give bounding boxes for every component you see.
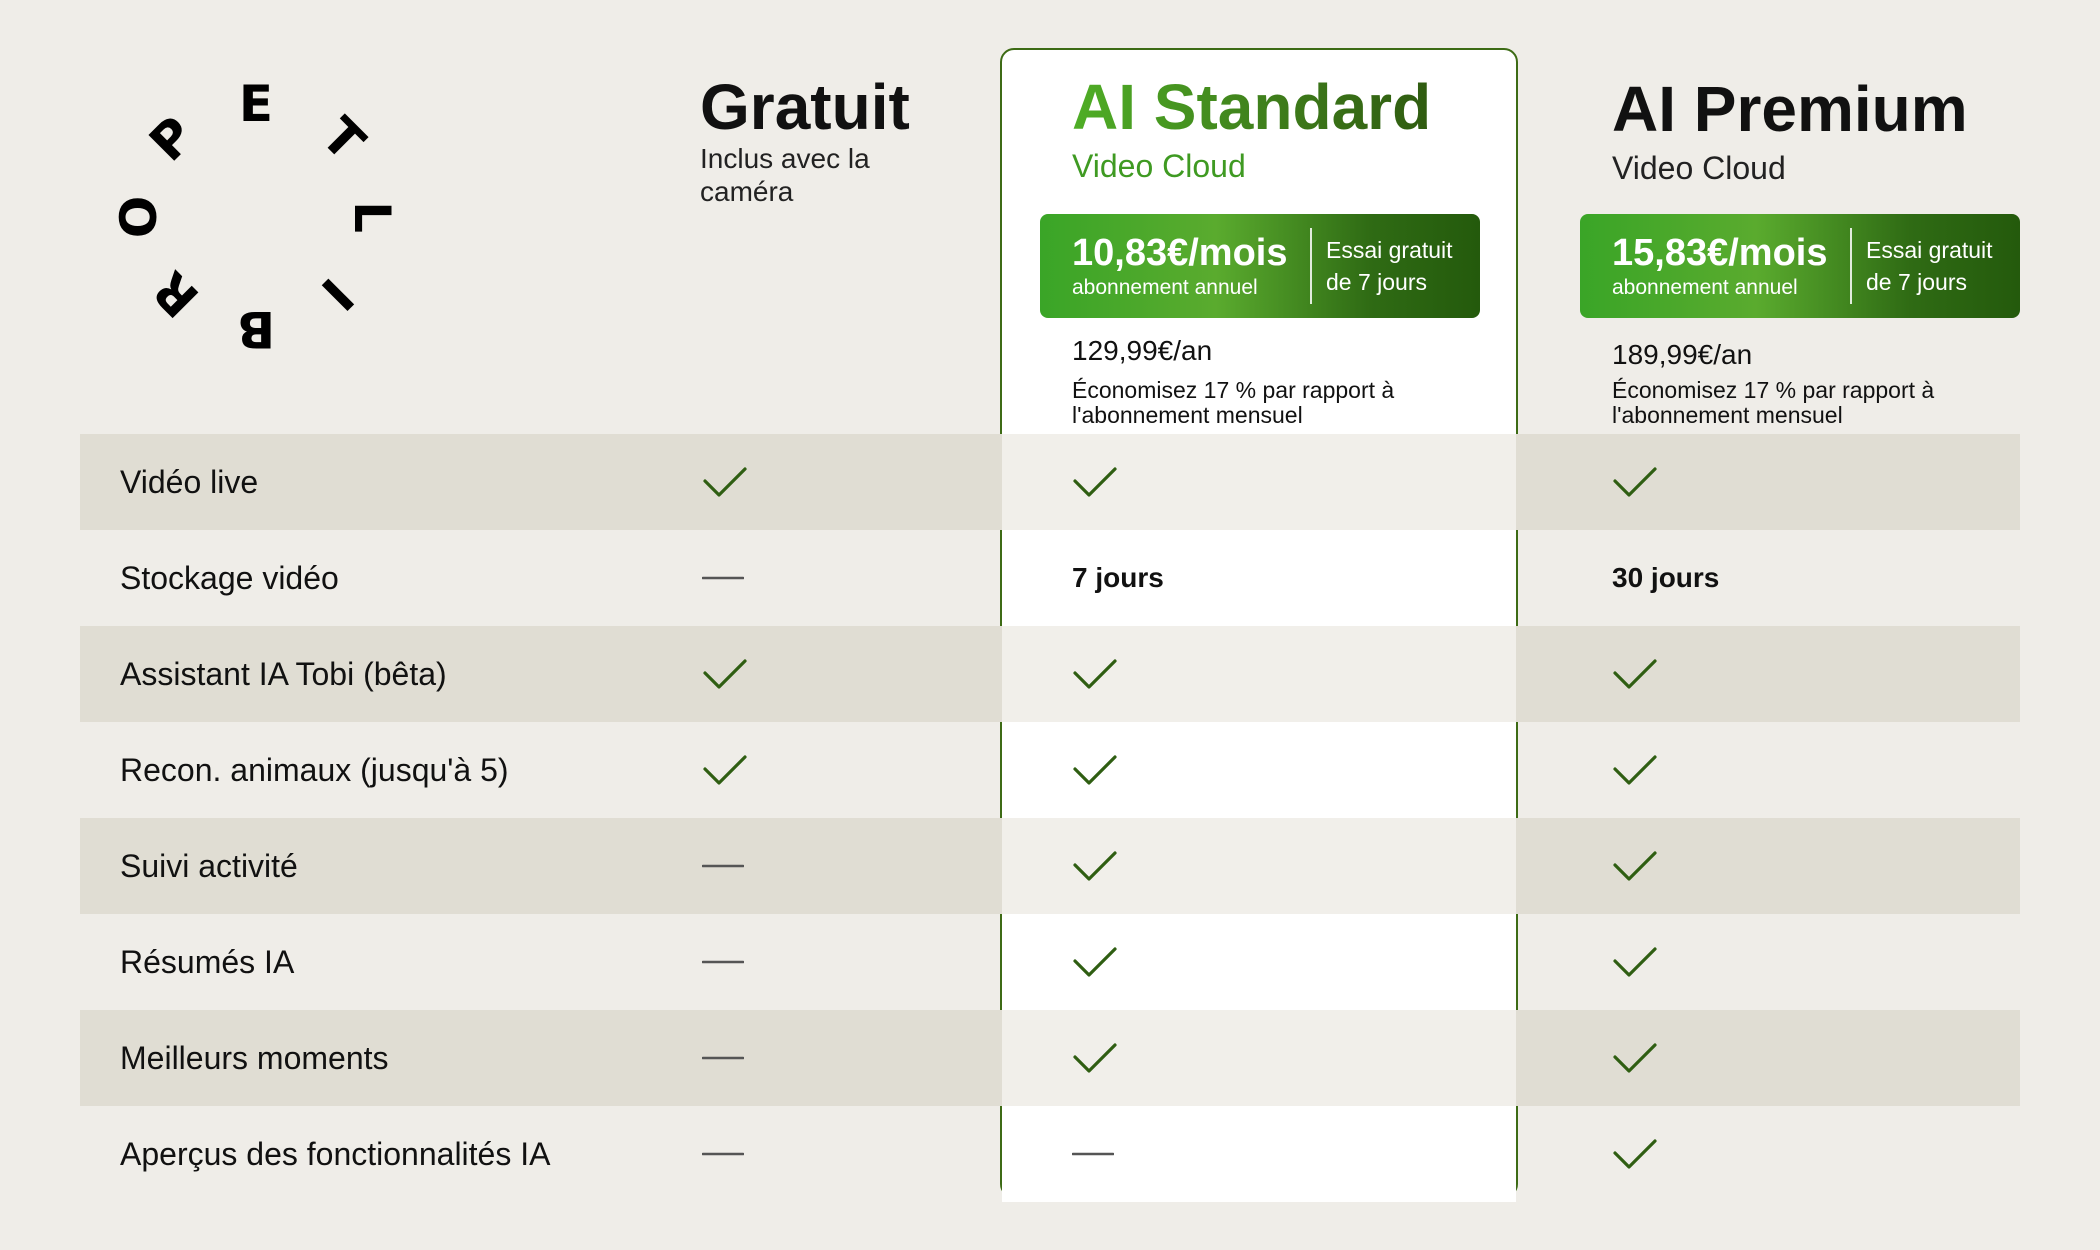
free-plan-title: Gratuit: [700, 71, 910, 143]
check-icon: [1072, 434, 1118, 530]
check-icon: [1072, 626, 1118, 722]
premium-savings-note: Économisez 17 % par rapport à l'abonneme…: [1612, 377, 1935, 428]
dash-icon: [702, 1010, 744, 1106]
feature-label: Aperçus des fonctionnalités IA: [120, 1136, 551, 1172]
feature-label: Vidéo live: [120, 464, 259, 500]
premium-plan-subtitle: Video Cloud: [1612, 150, 1786, 186]
standard-plan-title: AI Standard: [1072, 71, 1432, 143]
logo-letter: O: [110, 195, 168, 239]
feature-label: Recon. animaux (jusqu'à 5): [120, 752, 509, 788]
logo-letter: E: [238, 75, 274, 133]
premium-price-note: abonnement annuel: [1612, 276, 1798, 299]
feature-value: 30 jours: [1612, 562, 1720, 593]
check-icon: [1612, 626, 1658, 722]
check-icon: [1612, 1010, 1658, 1106]
check-icon: [1612, 914, 1658, 1010]
premium-annual-price: 189,99€/an: [1612, 339, 1753, 370]
feature-label: Suivi activité: [120, 848, 298, 884]
logo-letter: B: [236, 300, 276, 358]
standard-annual-price: 129,99€/an: [1072, 335, 1213, 366]
logo-letter: I: [309, 266, 365, 322]
premium-monthly-price: 15,83€/mois: [1612, 232, 1828, 274]
feature-label: Résumés IA: [120, 944, 295, 980]
feature-label: Stockage vidéo: [120, 560, 339, 596]
check-icon: [1612, 818, 1658, 914]
check-icon: [702, 722, 748, 818]
check-icon: [1612, 1106, 1658, 1202]
check-icon: [1072, 914, 1118, 1010]
standard-price-box[interactable]: 10,83€/mois abonnement annuel Essai grat…: [1040, 214, 1480, 318]
feature-label: Meilleurs moments: [120, 1040, 389, 1076]
standard-price-note: abonnement annuel: [1072, 276, 1258, 299]
dash-icon: [702, 530, 744, 626]
standard-trial-text: Essai gratuit de 7 jours: [1326, 237, 1453, 295]
feature-value: 7 jours: [1072, 562, 1164, 593]
free-plan-subtitle: Inclus avec la caméra: [700, 143, 870, 207]
petlibro-logo: E T L I B R O P: [100, 60, 420, 380]
check-icon: [1612, 434, 1658, 530]
check-icon: [1612, 722, 1658, 818]
standard-monthly-price: 10,83€/mois: [1072, 232, 1288, 274]
logo-letter: P: [138, 105, 206, 173]
check-icon: [1072, 722, 1118, 818]
premium-price-box[interactable]: 15,83€/mois abonnement annuel Essai grat…: [1580, 214, 2020, 318]
dash-icon: [1072, 1106, 1114, 1202]
standard-savings-note: Économisez 17 % par rapport à l'abonneme…: [1072, 377, 1395, 428]
dash-icon: [702, 914, 744, 1010]
standard-plan-subtitle: Video Cloud: [1072, 148, 1246, 184]
check-icon: [702, 626, 748, 722]
logo-letter: R: [141, 259, 211, 329]
dash-icon: [702, 818, 744, 914]
premium-trial-text: Essai gratuit de 7 jours: [1866, 237, 1993, 295]
check-icon: [702, 434, 748, 530]
dash-icon: [702, 1106, 744, 1202]
check-icon: [1072, 818, 1118, 914]
premium-plan-title: AI Premium: [1612, 73, 1968, 145]
check-icon: [1072, 1010, 1118, 1106]
logo-letter: T: [310, 106, 376, 172]
logo-letter: L: [343, 201, 401, 233]
feature-label: Assistant IA Tobi (bêta): [120, 656, 447, 692]
